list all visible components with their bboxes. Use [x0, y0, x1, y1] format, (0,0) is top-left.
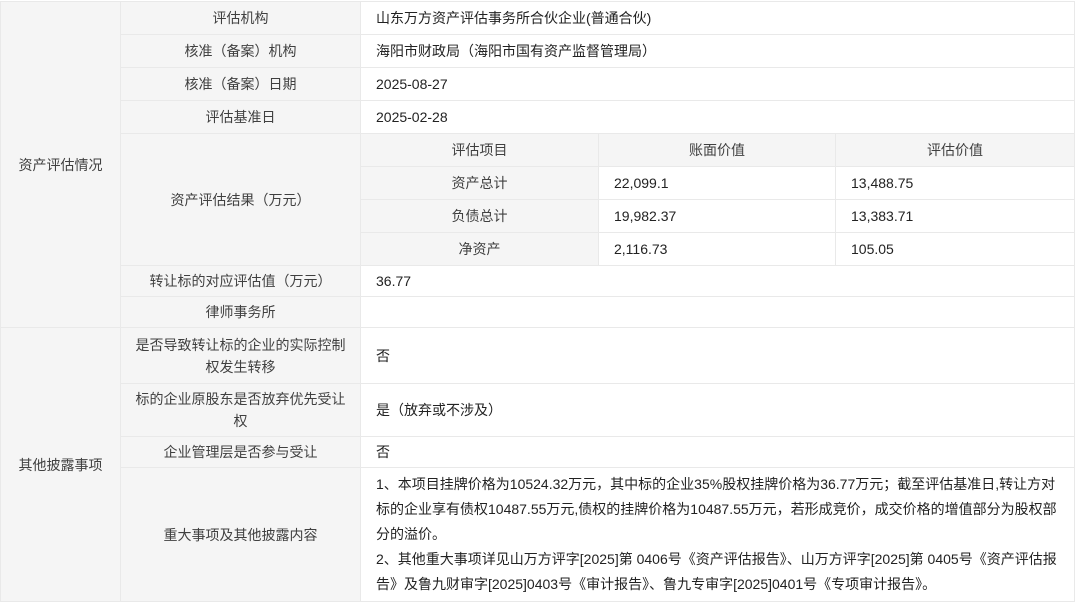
field-value-law-firm	[361, 297, 1075, 328]
eval-eval-value: 105.05	[836, 233, 1075, 266]
disclosure-table: 资产评估情况 评估机构 山东万方资产评估事务所合伙企业(普通合伙) 核准（备案）…	[0, 1, 1075, 602]
field-label-waive-preemptive-right: 标的企业原股东是否放弃优先受让权	[121, 384, 361, 437]
eval-item-label: 净资产	[361, 233, 599, 266]
field-label-major-matters: 重大事项及其他披露内容	[121, 468, 361, 602]
eval-header-eval-value: 评估价值	[836, 134, 1075, 167]
field-label-evaluation-agency: 评估机构	[121, 2, 361, 35]
field-label-control-right-transfer: 是否导致转让标的企业的实际控制权发生转移	[121, 328, 361, 384]
field-value-control-right-transfer: 否	[361, 328, 1075, 384]
eval-book-value: 19,982.37	[599, 200, 836, 233]
eval-book-value: 22,099.1	[599, 167, 836, 200]
section-label-other-disclosures: 其他披露事项	[1, 328, 121, 602]
field-label-approval-date: 核准（备案）日期	[121, 68, 361, 101]
eval-item-label: 资产总计	[361, 167, 599, 200]
field-value-waive-preemptive-right: 是（放弃或不涉及）	[361, 384, 1075, 437]
section-label-asset-evaluation: 资产评估情况	[1, 2, 121, 328]
field-value-major-matters: 1、本项目挂牌价格为10524.32万元，其中标的企业35%股权挂牌价格为36.…	[361, 468, 1075, 602]
major-matters-paragraph-1: 1、本项目挂牌价格为10524.32万元，其中标的企业35%股权挂牌价格为36.…	[376, 472, 1059, 547]
eval-book-value: 2,116.73	[599, 233, 836, 266]
field-value-approval-date: 2025-08-27	[361, 68, 1075, 101]
field-value-transfer-target-value: 36.77	[361, 266, 1075, 297]
eval-eval-value: 13,488.75	[836, 167, 1075, 200]
field-label-approval-agency: 核准（备案）机构	[121, 35, 361, 68]
eval-header-book-value: 账面价值	[599, 134, 836, 167]
major-matters-paragraph-2: 2、其他重大事项详见山万方评字[2025]第 0406号《资产评估报告》、山万方…	[376, 547, 1059, 597]
eval-eval-value: 13,383.71	[836, 200, 1075, 233]
field-label-transfer-target-value: 转让标的对应评估值（万元）	[121, 266, 361, 297]
field-value-approval-agency: 海阳市财政局（海阳市国有资产监督管理局）	[361, 35, 1075, 68]
disclosure-page: 资产评估情况 评估机构 山东万方资产评估事务所合伙企业(普通合伙) 核准（备案）…	[0, 0, 1075, 609]
field-label-evaluation-base-date: 评估基准日	[121, 101, 361, 134]
field-value-evaluation-base-date: 2025-02-28	[361, 101, 1075, 134]
field-label-evaluation-result: 资产评估结果（万元）	[121, 134, 361, 266]
eval-item-label: 负债总计	[361, 200, 599, 233]
field-value-management-participation: 否	[361, 437, 1075, 468]
field-value-evaluation-agency: 山东万方资产评估事务所合伙企业(普通合伙)	[361, 2, 1075, 35]
eval-header-item: 评估项目	[361, 134, 599, 167]
field-label-management-participation: 企业管理层是否参与受让	[121, 437, 361, 468]
field-label-law-firm: 律师事务所	[121, 297, 361, 328]
